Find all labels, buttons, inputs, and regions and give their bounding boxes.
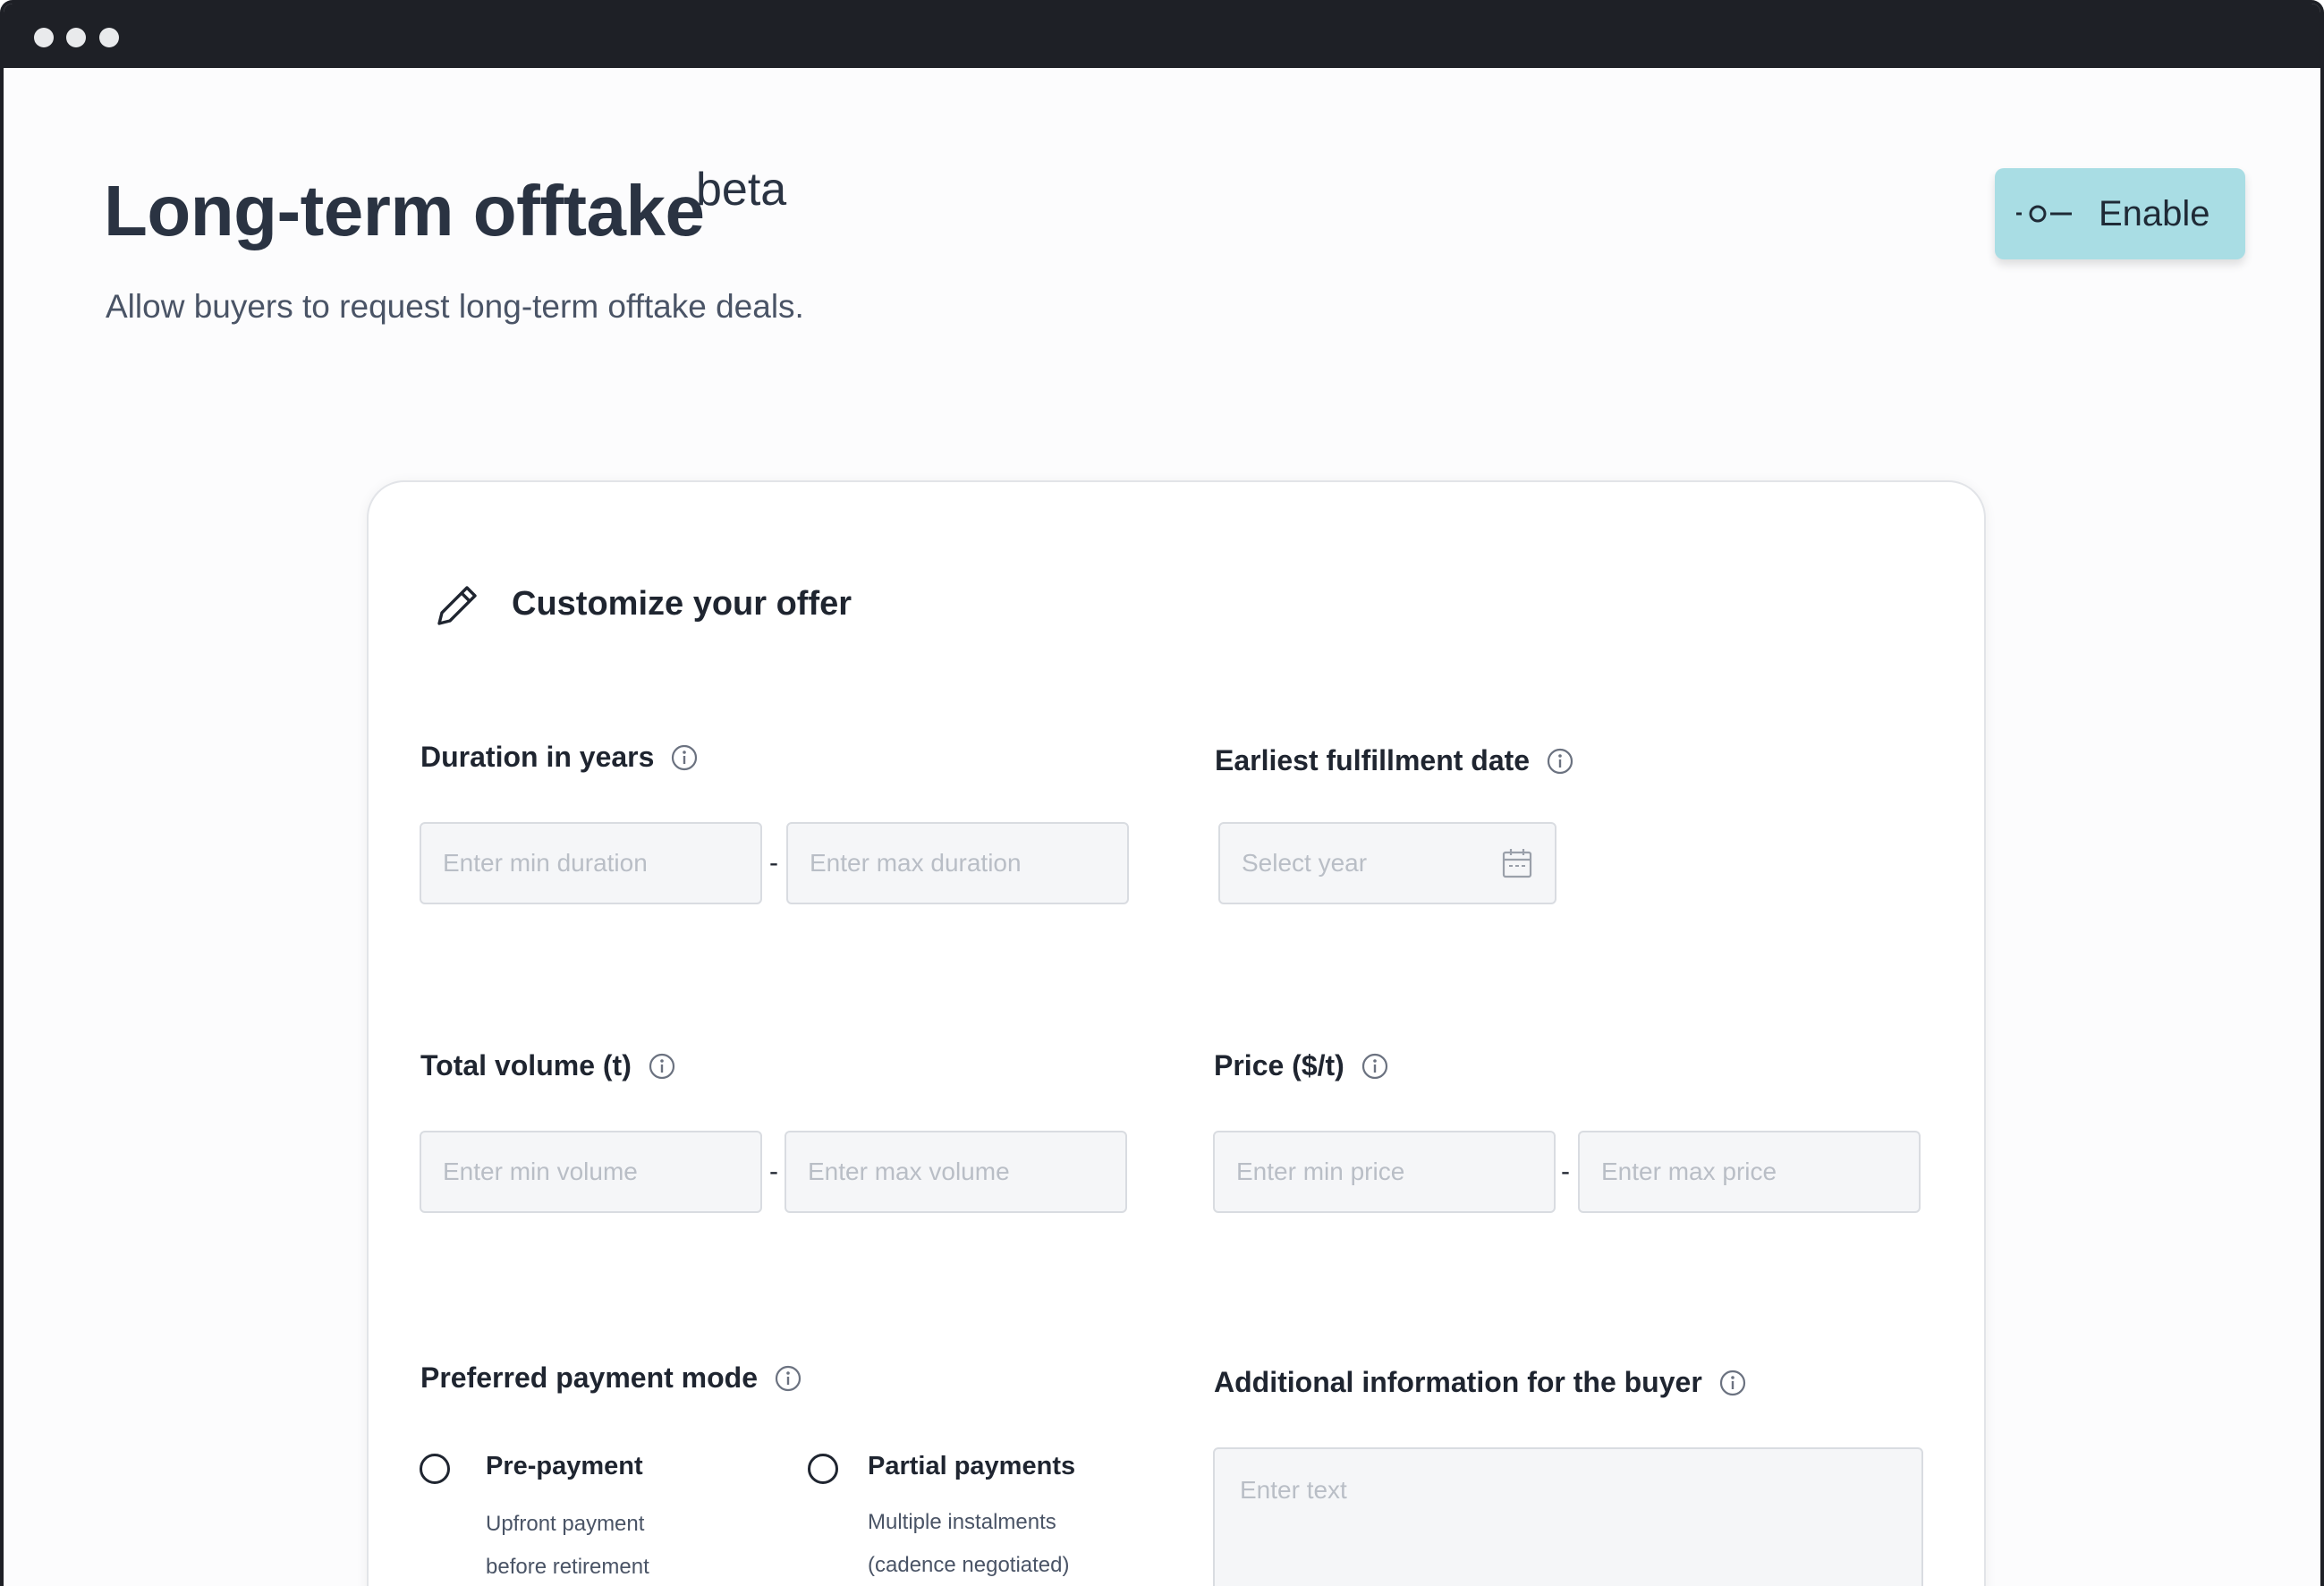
window-titlebar: [4, 4, 2320, 68]
calendar-icon: [1502, 849, 1532, 878]
price-separator: -: [1561, 1157, 1570, 1186]
info-icon[interactable]: [1361, 1052, 1389, 1081]
card-title: Customize your offer: [512, 585, 852, 623]
duration-separator: -: [769, 848, 778, 878]
fulfillment-year-select[interactable]: Select year: [1218, 822, 1556, 904]
payment-mode-label-text: Preferred payment mode: [420, 1361, 759, 1394]
price-label: Price ($/t): [1214, 1049, 1389, 1082]
volume-separator: -: [769, 1157, 778, 1186]
partial-payments-radio[interactable]: [808, 1454, 838, 1484]
prepayment-desc-line1: Upfront payment: [486, 1512, 645, 1536]
duration-label: Duration in years: [420, 741, 699, 774]
enable-button[interactable]: Enable: [1995, 168, 2245, 259]
partial-payments-description: Multiple instalments (cadence negotiated…: [868, 1501, 1136, 1586]
info-icon[interactable]: [1718, 1369, 1747, 1397]
max-duration-input[interactable]: [786, 822, 1129, 904]
additional-info-textarea[interactable]: [1213, 1447, 1923, 1586]
volume-label-text: Total volume (t): [420, 1049, 632, 1081]
duration-label-text: Duration in years: [420, 741, 655, 773]
window-control-minimize[interactable]: [66, 28, 86, 47]
additional-info-label-text: Additional information for the buyer: [1214, 1366, 1702, 1398]
info-icon[interactable]: [648, 1052, 676, 1081]
price-label-text: Price ($/t): [1214, 1049, 1344, 1081]
volume-label: Total volume (t): [420, 1049, 676, 1082]
partial-payments-desc-line2: (cadence negotiated): [868, 1553, 1070, 1577]
prepayment-radio[interactable]: [420, 1454, 450, 1484]
fulfillment-year-placeholder: Select year: [1242, 849, 1368, 877]
beta-badge: beta: [696, 164, 787, 216]
pencil-icon: [437, 586, 477, 625]
info-icon[interactable]: [670, 743, 699, 772]
page-subtitle: Allow buyers to request long-term offtak…: [106, 288, 804, 325]
min-volume-input[interactable]: [420, 1131, 762, 1213]
max-price-input[interactable]: [1578, 1131, 1921, 1213]
prepayment-desc-line2: before retirement: [486, 1555, 649, 1579]
window-control-close[interactable]: [34, 28, 54, 47]
enable-button-label: Enable: [2099, 193, 2210, 233]
info-icon[interactable]: [1546, 747, 1574, 776]
window-control-maximize[interactable]: [99, 28, 119, 47]
fulfillment-label: Earliest fulfillment date: [1215, 744, 1574, 777]
page-title: Long-term offtake: [104, 171, 705, 250]
partial-payments-desc-line1: Multiple instalments: [868, 1510, 1056, 1534]
payment-mode-label: Preferred payment mode: [420, 1361, 802, 1395]
min-price-input[interactable]: [1213, 1131, 1556, 1213]
prepayment-description: Upfront payment before retirement: [486, 1503, 754, 1586]
fulfillment-label-text: Earliest fulfillment date: [1215, 744, 1531, 776]
toggle-switch-icon: [2016, 205, 2072, 223]
prepayment-label: Pre-payment: [486, 1452, 643, 1480]
max-volume-input[interactable]: [785, 1131, 1127, 1213]
info-icon[interactable]: [774, 1364, 802, 1393]
partial-payments-label: Partial payments: [868, 1452, 1076, 1480]
offer-card: [367, 480, 1986, 1586]
min-duration-input[interactable]: [420, 822, 762, 904]
additional-info-label: Additional information for the buyer: [1214, 1366, 1747, 1399]
